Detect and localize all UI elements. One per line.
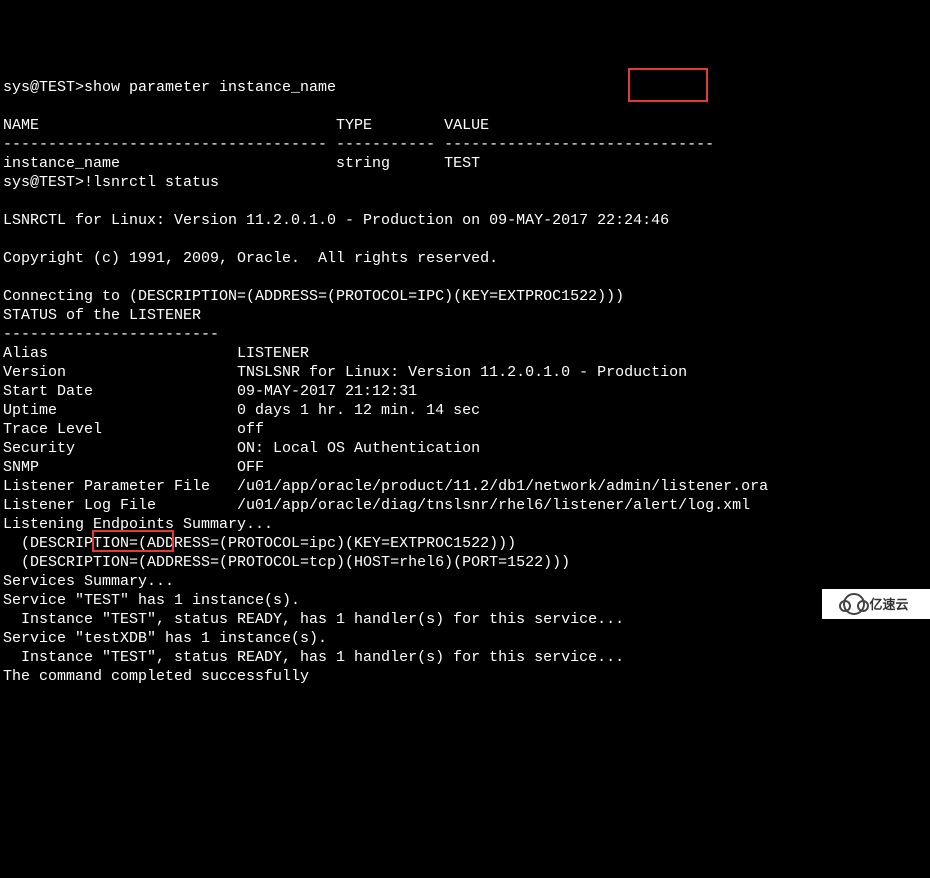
instance-test-1: Instance "TEST", status READY, has 1 han…	[3, 611, 624, 628]
listener-start-date: Start Date 09-MAY-2017 21:12:31	[3, 383, 417, 400]
service-test: Service "TEST" has 1 instance(s).	[3, 592, 300, 609]
listener-trace-level: Trace Level off	[3, 421, 264, 438]
listener-uptime: Uptime 0 days 1 hr. 12 min. 14 sec	[3, 402, 480, 419]
listener-snmp: SNMP OFF	[3, 459, 264, 476]
terminal-output: sys@TEST>show parameter instance_name NA…	[0, 76, 930, 688]
lsnrctl-version: LSNRCTL for Linux: Version 11.2.0.1.0 - …	[3, 212, 669, 229]
instance-test-2: Instance "TEST", status READY, has 1 han…	[3, 649, 624, 666]
services-summary: Services Summary...	[3, 573, 174, 590]
endpoint-tcp: (DESCRIPTION=(ADDRESS=(PROTOCOL=tcp)(HOS…	[3, 554, 570, 571]
small-divider: ------------------------	[3, 326, 219, 343]
column-header: NAME TYPE VALUE	[3, 117, 489, 134]
service-testxdb: Service "testXDB" has 1 instance(s).	[3, 630, 327, 647]
listener-param-file: Listener Parameter File /u01/app/oracle/…	[3, 478, 768, 495]
listener-security: Security ON: Local OS Authentication	[3, 440, 480, 457]
endpoint-ipc: (DESCRIPTION=(ADDRESS=(PROTOCOL=ipc)(KEY…	[3, 535, 516, 552]
cmd-lsnrctl-status: sys@TEST>!lsnrctl status	[3, 174, 219, 191]
listener-alias: Alias LISTENER	[3, 345, 309, 362]
divider-line: ------------------------------------ ---…	[3, 136, 714, 153]
watermark-logo-icon	[843, 593, 865, 615]
cmd-show-parameter: sys@TEST>show parameter instance_name	[3, 79, 336, 96]
watermark: 亿速云	[822, 589, 930, 619]
listener-log-file: Listener Log File /u01/app/oracle/diag/t…	[3, 497, 750, 514]
endpoints-summary: Listening Endpoints Summary...	[3, 516, 273, 533]
watermark-text: 亿速云	[869, 595, 908, 614]
completed-line: The command completed successfully	[3, 668, 309, 685]
connecting-line: Connecting to (DESCRIPTION=(ADDRESS=(PRO…	[3, 288, 624, 305]
listener-version: Version TNSLSNR for Linux: Version 11.2.…	[3, 364, 687, 381]
copyright: Copyright (c) 1991, 2009, Oracle. All ri…	[3, 250, 498, 267]
status-header: STATUS of the LISTENER	[3, 307, 201, 324]
param-instance-name: instance_name string TEST	[3, 155, 480, 172]
